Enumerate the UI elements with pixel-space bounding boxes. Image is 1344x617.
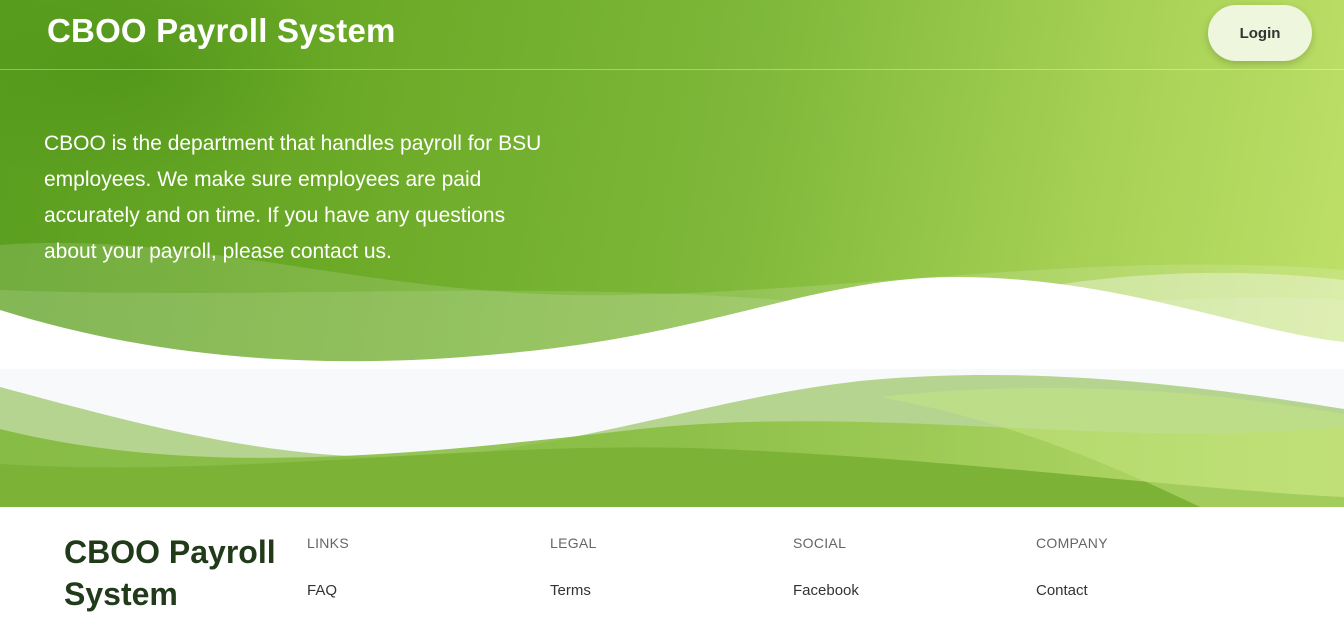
footer-column-social: SOCIAL Facebook [793, 535, 993, 599]
footer-column-links: LINKS FAQ [307, 535, 507, 599]
footer-link-facebook[interactable]: Facebook [793, 582, 993, 599]
footer-link-faq[interactable]: FAQ [307, 582, 507, 599]
wave-band [0, 369, 1344, 507]
top-nav: CBOO Payroll System Login [0, 0, 1344, 70]
footer-heading-legal: LEGAL [550, 535, 597, 551]
footer-brand: CBOO Payroll System [64, 534, 276, 612]
band-wave-decoration [0, 374, 1344, 507]
footer-column-legal: LEGAL Terms [550, 535, 750, 599]
footer-heading-company: COMPANY [1036, 535, 1108, 551]
footer-link-terms[interactable]: Terms [550, 582, 750, 599]
site-title[interactable]: CBOO Payroll System [47, 12, 396, 50]
page: CBOO Payroll System Login CBOO is the de… [0, 0, 1344, 617]
login-button[interactable]: Login [1208, 5, 1312, 61]
hero-section: CBOO Payroll System Login CBOO is the de… [0, 0, 1344, 370]
footer: CBOO Payroll System LINKS FAQ LEGAL Term… [0, 507, 1344, 617]
hero-description: CBOO is the department that handles payr… [44, 132, 542, 263]
footer-column-company: COMPANY Contact [1036, 535, 1236, 599]
footer-heading-links: LINKS [307, 535, 349, 551]
footer-link-contact[interactable]: Contact [1036, 582, 1236, 599]
footer-heading-social: SOCIAL [793, 535, 847, 551]
